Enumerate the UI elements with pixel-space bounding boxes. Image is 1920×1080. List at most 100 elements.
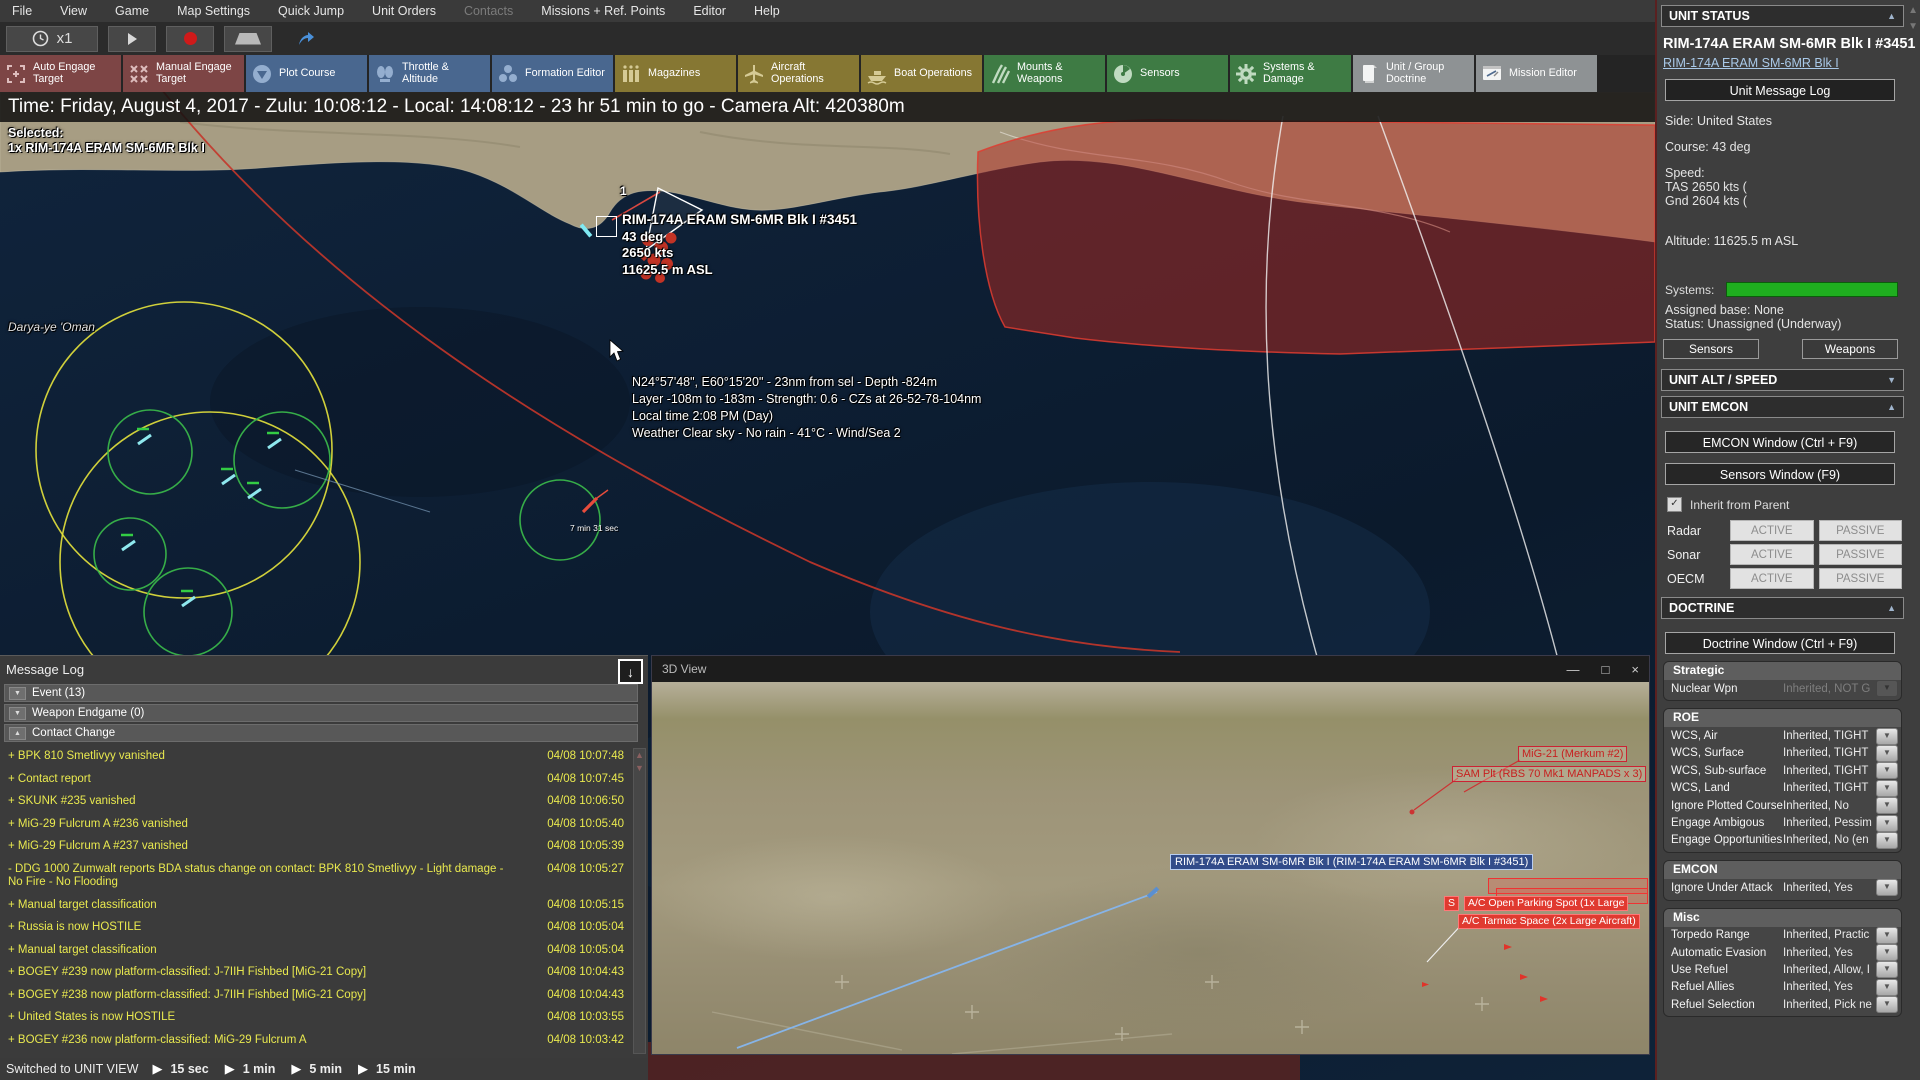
doctrine-window-button[interactable]: Doctrine Window (Ctrl + F9): [1665, 632, 1895, 654]
dropdown-icon[interactable]: ▼: [1876, 831, 1898, 849]
section-unit-emcon[interactable]: UNIT EMCON ▲: [1661, 396, 1904, 418]
menu-missions-ref-points[interactable]: Missions + Ref. Points: [541, 4, 665, 18]
log-entry-toggle[interactable]: +: [8, 1011, 15, 1023]
inherit-from-parent-row[interactable]: ✓ Inherit from Parent: [1667, 497, 1920, 512]
dropdown-icon[interactable]: ▼: [1876, 814, 1898, 832]
dropdown-icon[interactable]: ▼: [1876, 944, 1898, 962]
sam-platoon-label[interactable]: SAM Plt (RBS 70 Mk1 MANPADS x 3): [1452, 766, 1647, 782]
minimize-button[interactable]: —: [1567, 662, 1580, 677]
emcon-window-button[interactable]: EMCON Window (Ctrl + F9): [1665, 431, 1895, 453]
dropdown-icon[interactable]: ▼: [1876, 978, 1898, 996]
menu-quick-jump[interactable]: Quick Jump: [278, 4, 344, 18]
time-step-15sec[interactable]: ▶ 15 sec: [152, 1061, 208, 1077]
dropdown-icon[interactable]: ▼: [1876, 762, 1898, 780]
menu-editor[interactable]: Editor: [693, 4, 726, 18]
log-entry-toggle[interactable]: -: [8, 863, 12, 875]
checkbox-checked-icon[interactable]: ✓: [1667, 497, 1682, 512]
throttle-altitude-button[interactable]: Throttle & Altitude: [369, 55, 490, 92]
chevron-up-icon[interactable]: ▲: [1887, 11, 1896, 21]
log-entry[interactable]: + Manual target classification 04/08 10:0…: [0, 940, 630, 963]
friendly-ship-symbol[interactable]: [247, 481, 262, 500]
log-entry-toggle[interactable]: +: [8, 818, 15, 830]
chevron-up-icon[interactable]: ▲: [1887, 402, 1896, 412]
maximize-button[interactable]: □: [1602, 662, 1610, 677]
log-filter-event[interactable]: ▼ Event (13): [4, 684, 638, 702]
unit-class-link[interactable]: RIM-174A ERAM SM-6MR Blk I: [1663, 56, 1912, 70]
log-entry-toggle[interactable]: +: [8, 989, 15, 1001]
dropdown-icon[interactable]: ▼: [1876, 779, 1898, 797]
log-entry[interactable]: + BOGEY #239 now platform-classified: J-…: [0, 962, 630, 985]
log-entry[interactable]: + Manual target classification 04/08 10:0…: [0, 895, 630, 918]
tarmac-space-label[interactable]: A/C Tarmac Space (2x Large Aircraft): [1458, 914, 1640, 929]
menu-file[interactable]: File: [12, 4, 32, 18]
sonar-active-button[interactable]: ACTIVE: [1730, 544, 1814, 565]
message-log-entries[interactable]: + BPK 810 Smetlivyy vanished 04/08 10:07:…: [0, 746, 630, 1056]
chevron-up-icon[interactable]: ▲: [9, 726, 26, 740]
sidebar-scroll-arrows[interactable]: ▲ ▼: [1908, 6, 1918, 32]
manual-engage-target-button[interactable]: Manual Engage Target: [123, 55, 244, 92]
mission-editor-button[interactable]: Mission Editor: [1476, 55, 1597, 92]
menu-unit-orders[interactable]: Unit Orders: [372, 4, 436, 18]
facility-label-partial[interactable]: S: [1444, 896, 1460, 911]
aircraft-operations-button[interactable]: Aircraft Operations: [738, 55, 859, 92]
log-entry[interactable]: + BOGEY #236 now platform-classified: Mi…: [0, 1030, 630, 1053]
time-step-15min[interactable]: ▶ 15 min: [358, 1061, 416, 1077]
log-entry-toggle[interactable]: +: [8, 1034, 15, 1046]
view3d-titlebar[interactable]: 3D View — □ ×: [652, 656, 1649, 682]
scroll-up-icon[interactable]: ▲: [1908, 6, 1918, 16]
radar-passive-button[interactable]: PASSIVE: [1818, 520, 1902, 541]
menu-view[interactable]: View: [60, 4, 87, 18]
time-compression-button[interactable]: x1: [6, 25, 98, 52]
sensors-window-button[interactable]: Sensors Window (F9): [1665, 463, 1895, 485]
sensors-button[interactable]: Sensors: [1663, 339, 1759, 359]
friendly-ship-symbol[interactable]: [137, 427, 152, 446]
log-entry-toggle[interactable]: +: [8, 966, 15, 978]
plot-course-button[interactable]: Plot Course: [246, 55, 367, 92]
dropdown-icon[interactable]: ▼: [1876, 797, 1898, 815]
inbound-weapon-symbol[interactable]: [581, 489, 609, 514]
log-entry[interactable]: + BOGEY #238 now platform-classified: J-…: [0, 985, 630, 1008]
log-entry-toggle[interactable]: +: [8, 899, 15, 911]
magazines-button[interactable]: Magazines: [615, 55, 736, 92]
mounts-weapons-button[interactable]: Mounts & Weapons: [984, 55, 1105, 92]
dropdown-icon[interactable]: ▼: [1876, 996, 1898, 1014]
record-button[interactable]: [166, 25, 214, 52]
log-entry[interactable]: + MiG-29 Fulcrum A #236 vanished 04/08 10…: [0, 814, 630, 837]
missile-3d-label[interactable]: RIM-174A ERAM SM-6MR Blk I (RIM-174A ERA…: [1170, 854, 1534, 870]
chevron-down-icon[interactable]: ▼: [9, 686, 26, 700]
dropdown-icon[interactable]: ▼: [1876, 961, 1898, 979]
sonar-passive-button[interactable]: PASSIVE: [1818, 544, 1902, 565]
friendly-ship-symbol[interactable]: [121, 533, 136, 552]
mig21-label[interactable]: MiG-21 (Merkum #2): [1518, 746, 1628, 762]
jump-to-selected-button[interactable]: [282, 26, 330, 52]
scroll-down-icon[interactable]: ▼: [1908, 22, 1918, 32]
log-entry[interactable]: + BPK 810 Smetlivyy vanished 04/08 10:07:…: [0, 746, 630, 769]
log-entry[interactable]: + SKUNK #235 vanished 04/08 10:06:50: [0, 791, 630, 814]
log-entry[interactable]: + MiG-29 Fulcrum A #237 vanished 04/08 10…: [0, 836, 630, 859]
boat-operations-button[interactable]: Boat Operations: [861, 55, 982, 92]
chevron-down-icon[interactable]: ▼: [1887, 375, 1896, 385]
log-entry-toggle[interactable]: +: [8, 750, 15, 762]
dropdown-icon[interactable]: ▼: [1876, 926, 1898, 944]
dropdown-icon[interactable]: ▼: [1876, 744, 1898, 762]
log-entry[interactable]: + United States is now HOSTILE 04/08 10:0…: [0, 1007, 630, 1030]
selected-unit-marker[interactable]: [596, 216, 617, 237]
systems-damage-button[interactable]: Systems & Damage: [1230, 55, 1351, 92]
friendly-ship-symbol[interactable]: [221, 467, 236, 486]
log-entry[interactable]: - DDG 1000 Zumwalt reports BDA status ch…: [0, 859, 630, 895]
scroll-down-icon[interactable]: ▼: [635, 764, 644, 773]
log-entry-toggle[interactable]: +: [8, 795, 15, 807]
log-entry[interactable]: + Russia is now HOSTILE 04/08 10:05:04: [0, 917, 630, 940]
chevron-down-icon[interactable]: ▼: [9, 706, 26, 720]
unit-message-log-button[interactable]: Unit Message Log: [1665, 79, 1895, 101]
play-button[interactable]: [108, 25, 156, 52]
message-log-detach-button[interactable]: ↓: [618, 659, 643, 684]
menu-help[interactable]: Help: [754, 4, 780, 18]
log-entry-toggle[interactable]: +: [8, 944, 15, 956]
section-doctrine[interactable]: DOCTRINE ▲: [1661, 597, 1904, 619]
radar-active-button[interactable]: ACTIVE: [1730, 520, 1814, 541]
log-entry-toggle[interactable]: +: [8, 840, 15, 852]
bridge-view-button[interactable]: [224, 25, 272, 52]
log-entry-toggle[interactable]: +: [8, 773, 15, 785]
auto-engage-target-button[interactable]: Auto Engage Target: [0, 55, 121, 92]
